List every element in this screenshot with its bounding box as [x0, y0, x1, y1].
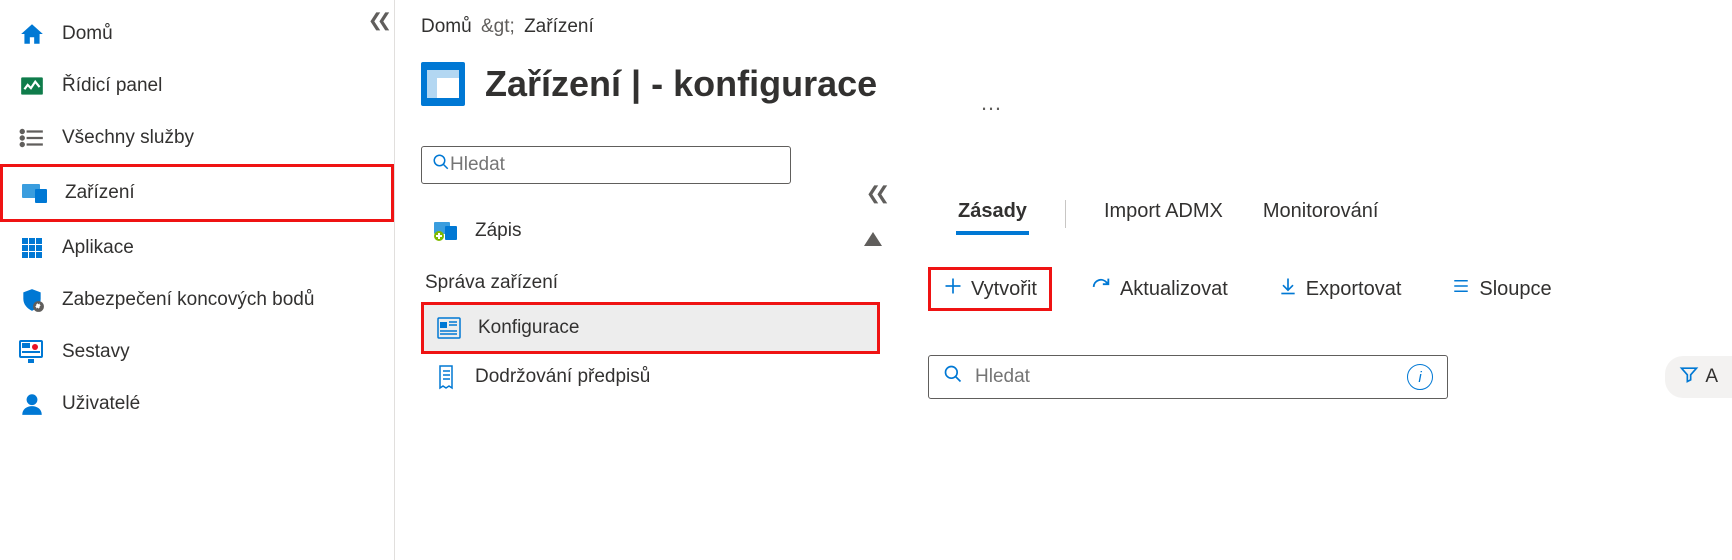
- apps-icon: [18, 234, 46, 262]
- enrollment-icon: [433, 218, 459, 244]
- sidebar-item-all-services[interactable]: Všechny služby: [0, 112, 394, 164]
- sidebar-item-reports[interactable]: Sestavy: [0, 326, 394, 378]
- sidebar-item-label: Řídicí panel: [62, 75, 162, 97]
- sidebar-item-label: Sestavy: [62, 341, 130, 363]
- info-icon[interactable]: i: [1407, 364, 1433, 390]
- tab-monitoring[interactable]: Monitorování: [1261, 194, 1381, 233]
- mid-collapse-icon[interactable]: ❮❮: [866, 183, 884, 204]
- content-search-input[interactable]: [975, 366, 1395, 388]
- tabs: Zásady Import ADMX Monitorování: [956, 194, 1732, 233]
- sidebar: ❮❮ Domů Řídicí panel Všechny služby Zaří…: [0, 0, 395, 560]
- search-icon: [432, 153, 450, 177]
- page-title-row: Zařízení | - konfigurace: [421, 62, 880, 106]
- breadcrumb: Domů &gt; Zařízení: [421, 16, 880, 38]
- tab-import-admx[interactable]: Import ADMX: [1102, 194, 1225, 233]
- columns-button[interactable]: Sloupce: [1439, 271, 1563, 307]
- tab-policies[interactable]: Zásady: [956, 194, 1029, 233]
- sidebar-item-label: Zabezpečení koncových bodů: [62, 289, 314, 311]
- filter-button[interactable]: A: [1665, 356, 1732, 398]
- refresh-button[interactable]: Aktualizovat: [1078, 269, 1240, 309]
- toolbar-label: Vytvořit: [971, 278, 1037, 301]
- content-search[interactable]: i: [928, 355, 1448, 399]
- filter-icon: [1679, 364, 1699, 390]
- refresh-icon: [1090, 275, 1112, 303]
- mid-search[interactable]: [421, 146, 791, 184]
- create-button[interactable]: Vytvořit: [928, 267, 1052, 311]
- toolbar-label: Sloupce: [1479, 278, 1551, 301]
- reports-icon: [18, 338, 46, 366]
- content-area: … Zásady Import ADMX Monitorování Vytvoř…: [890, 0, 1732, 560]
- sidebar-item-users[interactable]: Uživatelé: [0, 378, 394, 430]
- subnav-group-top: Zápis: [421, 208, 880, 254]
- breadcrumb-separator: &gt;: [481, 16, 515, 37]
- dashboard-icon: [18, 72, 46, 100]
- list-icon: [18, 124, 46, 152]
- content-search-row: i A: [928, 355, 1732, 399]
- subnav-item-compliance[interactable]: Dodržování předpisů: [421, 354, 880, 400]
- download-icon: [1278, 276, 1298, 302]
- filter-label: A: [1705, 366, 1718, 388]
- toolbar-label: Aktualizovat: [1120, 278, 1228, 301]
- toolbar: Vytvořit Aktualizovat Exportovat Sloupce: [928, 267, 1732, 311]
- mid-search-input[interactable]: [450, 154, 780, 176]
- more-actions-icon[interactable]: …: [980, 90, 1004, 116]
- columns-icon: [1451, 277, 1471, 301]
- configuration-icon: [436, 315, 462, 341]
- tab-divider: [1065, 200, 1066, 228]
- subnav-item-enrollment[interactable]: Zápis: [421, 208, 880, 254]
- sidebar-item-label: Domů: [62, 23, 113, 45]
- sidebar-item-apps[interactable]: Aplikace: [0, 222, 394, 274]
- breadcrumb-current: Zařízení: [524, 16, 594, 37]
- sidebar-item-label: Všechny služby: [62, 127, 194, 149]
- subnav-label: Konfigurace: [478, 317, 579, 339]
- subnav-item-configuration[interactable]: Konfigurace: [421, 302, 880, 354]
- page-title: Zařízení | - konfigurace: [485, 63, 877, 105]
- plus-icon: [943, 276, 963, 302]
- scroll-up-icon[interactable]: [864, 232, 882, 246]
- search-icon: [943, 364, 963, 390]
- sidebar-item-endpoint-security[interactable]: Zabezpečení koncových bodů: [0, 274, 394, 326]
- configuration-page-icon: [421, 62, 465, 106]
- subnav-label: Dodržování předpisů: [475, 366, 650, 388]
- breadcrumb-home[interactable]: Domů: [421, 16, 472, 37]
- devices-icon: [21, 179, 49, 207]
- sidebar-item-home[interactable]: Domů: [0, 8, 394, 60]
- subnav-label: Zápis: [475, 220, 521, 242]
- export-button[interactable]: Exportovat: [1266, 270, 1414, 308]
- sidebar-collapse-icon[interactable]: ❮❮: [368, 10, 386, 31]
- sidebar-item-label: Zařízení: [65, 182, 135, 204]
- middle-column: Domů &gt; Zařízení Zařízení | - konfigur…: [395, 0, 890, 560]
- sidebar-item-devices[interactable]: Zařízení: [0, 164, 394, 222]
- shield-icon: [18, 286, 46, 314]
- sidebar-item-label: Uživatelé: [62, 393, 140, 415]
- home-icon: [18, 20, 46, 48]
- toolbar-label: Exportovat: [1306, 278, 1402, 301]
- subnav-header-device-management: Správa zařízení: [421, 254, 880, 302]
- sidebar-item-dashboard[interactable]: Řídicí panel: [0, 60, 394, 112]
- user-icon: [18, 390, 46, 418]
- sidebar-item-label: Aplikace: [62, 237, 134, 259]
- compliance-icon: [433, 364, 459, 390]
